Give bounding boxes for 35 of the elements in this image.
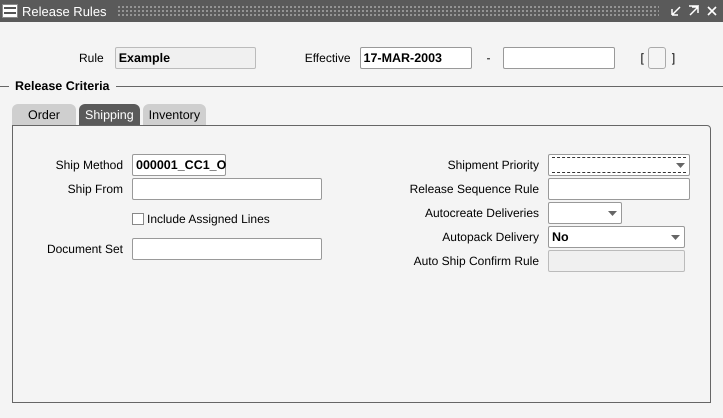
date-field[interactable]: [502, 47, 614, 69]
checkbox-label: Include Assigned Lines: [147, 212, 270, 226]
checkbox[interactable]: [132, 213, 144, 225]
input-field[interactable]: 000001_CC1_O: [132, 154, 226, 176]
maximize-icon[interactable]: [687, 4, 701, 18]
field-label: Release Sequence Rule: [408, 182, 539, 196]
tab[interactable]: Shipping: [79, 104, 140, 125]
field-label: Ship Method: [54, 158, 123, 172]
date-separator: -: [486, 51, 490, 65]
field-label: Shipment Priority: [446, 158, 539, 172]
dropdown[interactable]: [548, 154, 690, 176]
field-label: Effective: [304, 51, 350, 65]
input-field[interactable]: [548, 178, 690, 200]
field-label: Document Set: [46, 242, 123, 256]
caret-icon: [671, 235, 680, 241]
window-title: Release Rules: [22, 4, 107, 18]
date-field[interactable]: 17-MAR-2003: [360, 47, 472, 69]
close-icon[interactable]: [705, 4, 719, 18]
field-label: Autopack Delivery: [441, 230, 539, 244]
field-label: Auto Ship Confirm Rule: [412, 254, 539, 268]
dropdown[interactable]: No: [548, 226, 685, 248]
tab[interactable]: Inventory: [142, 104, 206, 125]
bracket: [: [640, 51, 644, 65]
field-label: Ship From: [66, 182, 123, 196]
bracket: ]: [672, 51, 676, 65]
field-label: Rule: [79, 51, 104, 65]
input-field[interactable]: [132, 178, 322, 200]
field-label: Autocreate Deliveries: [424, 206, 539, 220]
caret-icon: [608, 211, 617, 217]
minimize-icon[interactable]: [669, 4, 683, 18]
input-field[interactable]: [132, 238, 322, 260]
caret-icon: [676, 163, 685, 169]
section-title: Release Criteria: [15, 79, 110, 93]
flexfield-box[interactable]: [648, 47, 666, 69]
tab[interactable]: Order: [12, 104, 76, 125]
